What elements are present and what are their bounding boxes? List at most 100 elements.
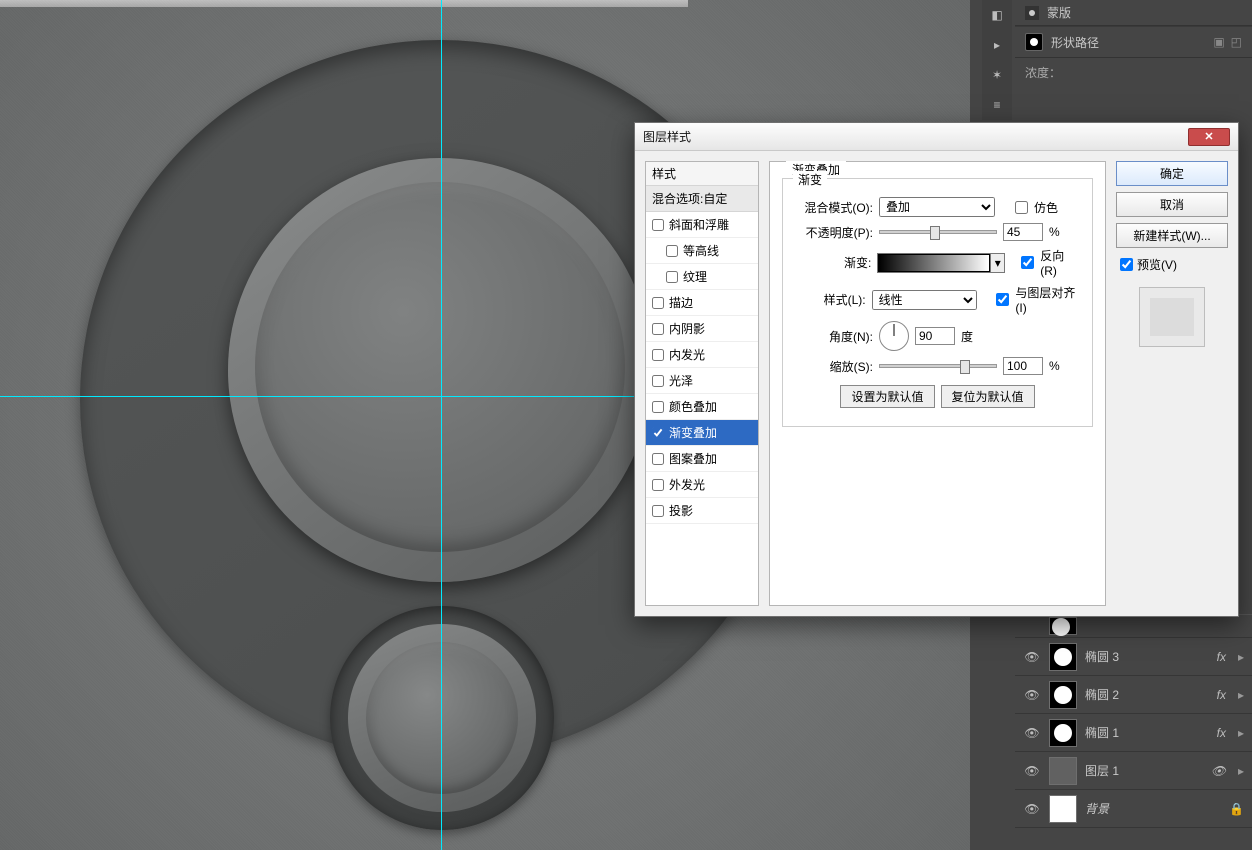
style-checkbox[interactable]: [652, 505, 664, 517]
dialog-titlebar[interactable]: 图层样式 ✕: [635, 123, 1238, 151]
layer-row[interactable]: 👁 背景 🔒: [1015, 790, 1252, 828]
reset-default-button[interactable]: 复位为默认值: [941, 385, 1035, 408]
reverse-label: 反向(R): [1040, 247, 1080, 278]
guide-vertical[interactable]: [441, 0, 442, 850]
close-button[interactable]: ✕: [1188, 128, 1230, 146]
style-item-label: 外发光: [669, 476, 705, 493]
fx-badge[interactable]: fx: [1217, 726, 1230, 740]
preview-checkbox[interactable]: [1120, 258, 1133, 271]
style-item-2[interactable]: 纹理: [646, 264, 758, 290]
style-item-1[interactable]: 等高线: [646, 238, 758, 264]
ok-button[interactable]: 确定: [1116, 161, 1228, 186]
chevron-right-icon[interactable]: ▸: [1238, 764, 1244, 778]
style-item-9[interactable]: 图案叠加: [646, 446, 758, 472]
set-default-button[interactable]: 设置为默认值: [840, 385, 934, 408]
style-item-7[interactable]: 颜色叠加: [646, 394, 758, 420]
layer-row[interactable]: 👁图层 1👁▸: [1015, 752, 1252, 790]
gradient-group: 渐变 混合模式(O): 叠加 仿色 不透明度(P): % 渐变:: [782, 178, 1093, 427]
style-checkbox[interactable]: [666, 245, 678, 257]
chevron-right-icon[interactable]: ▸: [1238, 650, 1244, 664]
lock-icon: 🔒: [1229, 802, 1244, 816]
new-style-button[interactable]: 新建样式(W)...: [1116, 223, 1228, 248]
scale-slider[interactable]: [879, 364, 997, 368]
layers-panel: 👁椭圆 3fx▸👁椭圆 2fx▸👁椭圆 1fx▸👁图层 1👁▸👁背景🔒: [1015, 614, 1252, 850]
style-item-3[interactable]: 描边: [646, 290, 758, 316]
style-item-label: 投影: [669, 502, 693, 519]
dither-label: 仿色: [1034, 199, 1058, 216]
style-item-0[interactable]: 斜面和浮雕: [646, 212, 758, 238]
chevron-down-icon[interactable]: ▾: [990, 254, 1004, 272]
style-item-8[interactable]: 渐变叠加: [646, 420, 758, 446]
blend-mode-select[interactable]: 叠加: [879, 197, 995, 217]
adjust-icon[interactable]: 👁: [1211, 764, 1230, 778]
chevron-right-icon[interactable]: ▸: [1238, 688, 1244, 702]
style-checkbox[interactable]: [666, 271, 678, 283]
style-checkbox[interactable]: [652, 349, 664, 361]
masks-panel-header[interactable]: 蒙版: [1015, 0, 1252, 26]
style-item-4[interactable]: 内阴影: [646, 316, 758, 342]
style-checkbox[interactable]: [652, 219, 664, 231]
chevron-right-icon[interactable]: ▸: [1238, 726, 1244, 740]
layer-thumb: [1049, 757, 1077, 785]
layer-thumb-partial: [1049, 617, 1077, 635]
angle-input[interactable]: [915, 327, 955, 345]
style-item-10[interactable]: 外发光: [646, 472, 758, 498]
style-checkbox[interactable]: [652, 427, 664, 439]
style-item-6[interactable]: 光泽: [646, 368, 758, 394]
style-item-label: 光泽: [669, 372, 693, 389]
play-icon[interactable]: ▸: [986, 36, 1008, 54]
fx-badge[interactable]: fx: [1217, 688, 1230, 702]
visibility-icon[interactable]: 👁: [1023, 726, 1041, 740]
fx-badge[interactable]: fx: [1217, 650, 1230, 664]
opacity-input[interactable]: [1003, 223, 1043, 241]
dialog-buttons: 确定 取消 新建样式(W)... 预览(V): [1116, 161, 1228, 606]
styles-list: 样式 混合选项:自定 斜面和浮雕等高线纹理描边内阴影内发光光泽颜色叠加渐变叠加图…: [645, 161, 759, 606]
pct-label: %: [1049, 225, 1063, 239]
style-checkbox[interactable]: [652, 375, 664, 387]
preview-label: 预览(V): [1137, 256, 1177, 273]
blend-options-item[interactable]: 混合选项:自定: [646, 186, 758, 212]
style-item-label: 描边: [669, 294, 693, 311]
style-item-label: 渐变叠加: [669, 424, 717, 441]
layer-row[interactable]: 👁椭圆 3fx▸: [1015, 638, 1252, 676]
dither-checkbox[interactable]: [1015, 201, 1028, 214]
style-select[interactable]: 线性: [872, 290, 978, 310]
visibility-icon[interactable]: 👁: [1023, 802, 1041, 816]
brush-icon[interactable]: ✶: [986, 66, 1008, 84]
dialog-title: 图层样式: [643, 128, 1188, 145]
layer-name: 背景: [1085, 800, 1109, 817]
style-item-11[interactable]: 投影: [646, 498, 758, 524]
density-row: 浓度：: [1015, 58, 1252, 87]
style-checkbox[interactable]: [652, 323, 664, 335]
density-label: 浓度：: [1025, 66, 1061, 80]
layer-name: 椭圆 1: [1085, 724, 1119, 741]
history-icon[interactable]: ◧: [986, 6, 1008, 24]
style-checkbox[interactable]: [652, 401, 664, 413]
visibility-icon[interactable]: 👁: [1023, 764, 1041, 778]
style-item-label: 等高线: [683, 242, 719, 259]
angle-dial[interactable]: [879, 321, 909, 351]
style-item-5[interactable]: 内发光: [646, 342, 758, 368]
layer-row[interactable]: 👁椭圆 2fx▸: [1015, 676, 1252, 714]
layer-row[interactable]: 👁 椭圆 1 fx ▸: [1015, 714, 1252, 752]
cancel-button[interactable]: 取消: [1116, 192, 1228, 217]
style-checkbox[interactable]: [652, 479, 664, 491]
masks-label: 蒙版: [1047, 4, 1071, 21]
toolbar-vertical: ◧ ▸ ✶ ≡: [982, 0, 1012, 120]
pixel-mask-icon[interactable]: ▣: [1213, 35, 1224, 49]
align-checkbox[interactable]: [996, 293, 1009, 306]
vector-mask-icon[interactable]: ◰: [1231, 35, 1242, 49]
scale-input[interactable]: [1003, 357, 1043, 375]
opacity-slider[interactable]: [879, 230, 997, 234]
layer-style-dialog: 图层样式 ✕ 样式 混合选项:自定 斜面和浮雕等高线纹理描边内阴影内发光光泽颜色…: [634, 122, 1239, 617]
reverse-checkbox[interactable]: [1021, 256, 1034, 269]
style-checkbox[interactable]: [652, 453, 664, 465]
visibility-icon[interactable]: 👁: [1023, 688, 1041, 702]
gradient-picker[interactable]: ▾: [877, 253, 1005, 273]
style-checkbox[interactable]: [652, 297, 664, 309]
style-item-label: 斜面和浮雕: [669, 216, 729, 233]
styles-header: 样式: [646, 162, 758, 186]
adjust-icon[interactable]: ≡: [986, 96, 1008, 114]
visibility-icon[interactable]: 👁: [1023, 650, 1041, 664]
gradient-label: 渐变:: [795, 254, 871, 271]
